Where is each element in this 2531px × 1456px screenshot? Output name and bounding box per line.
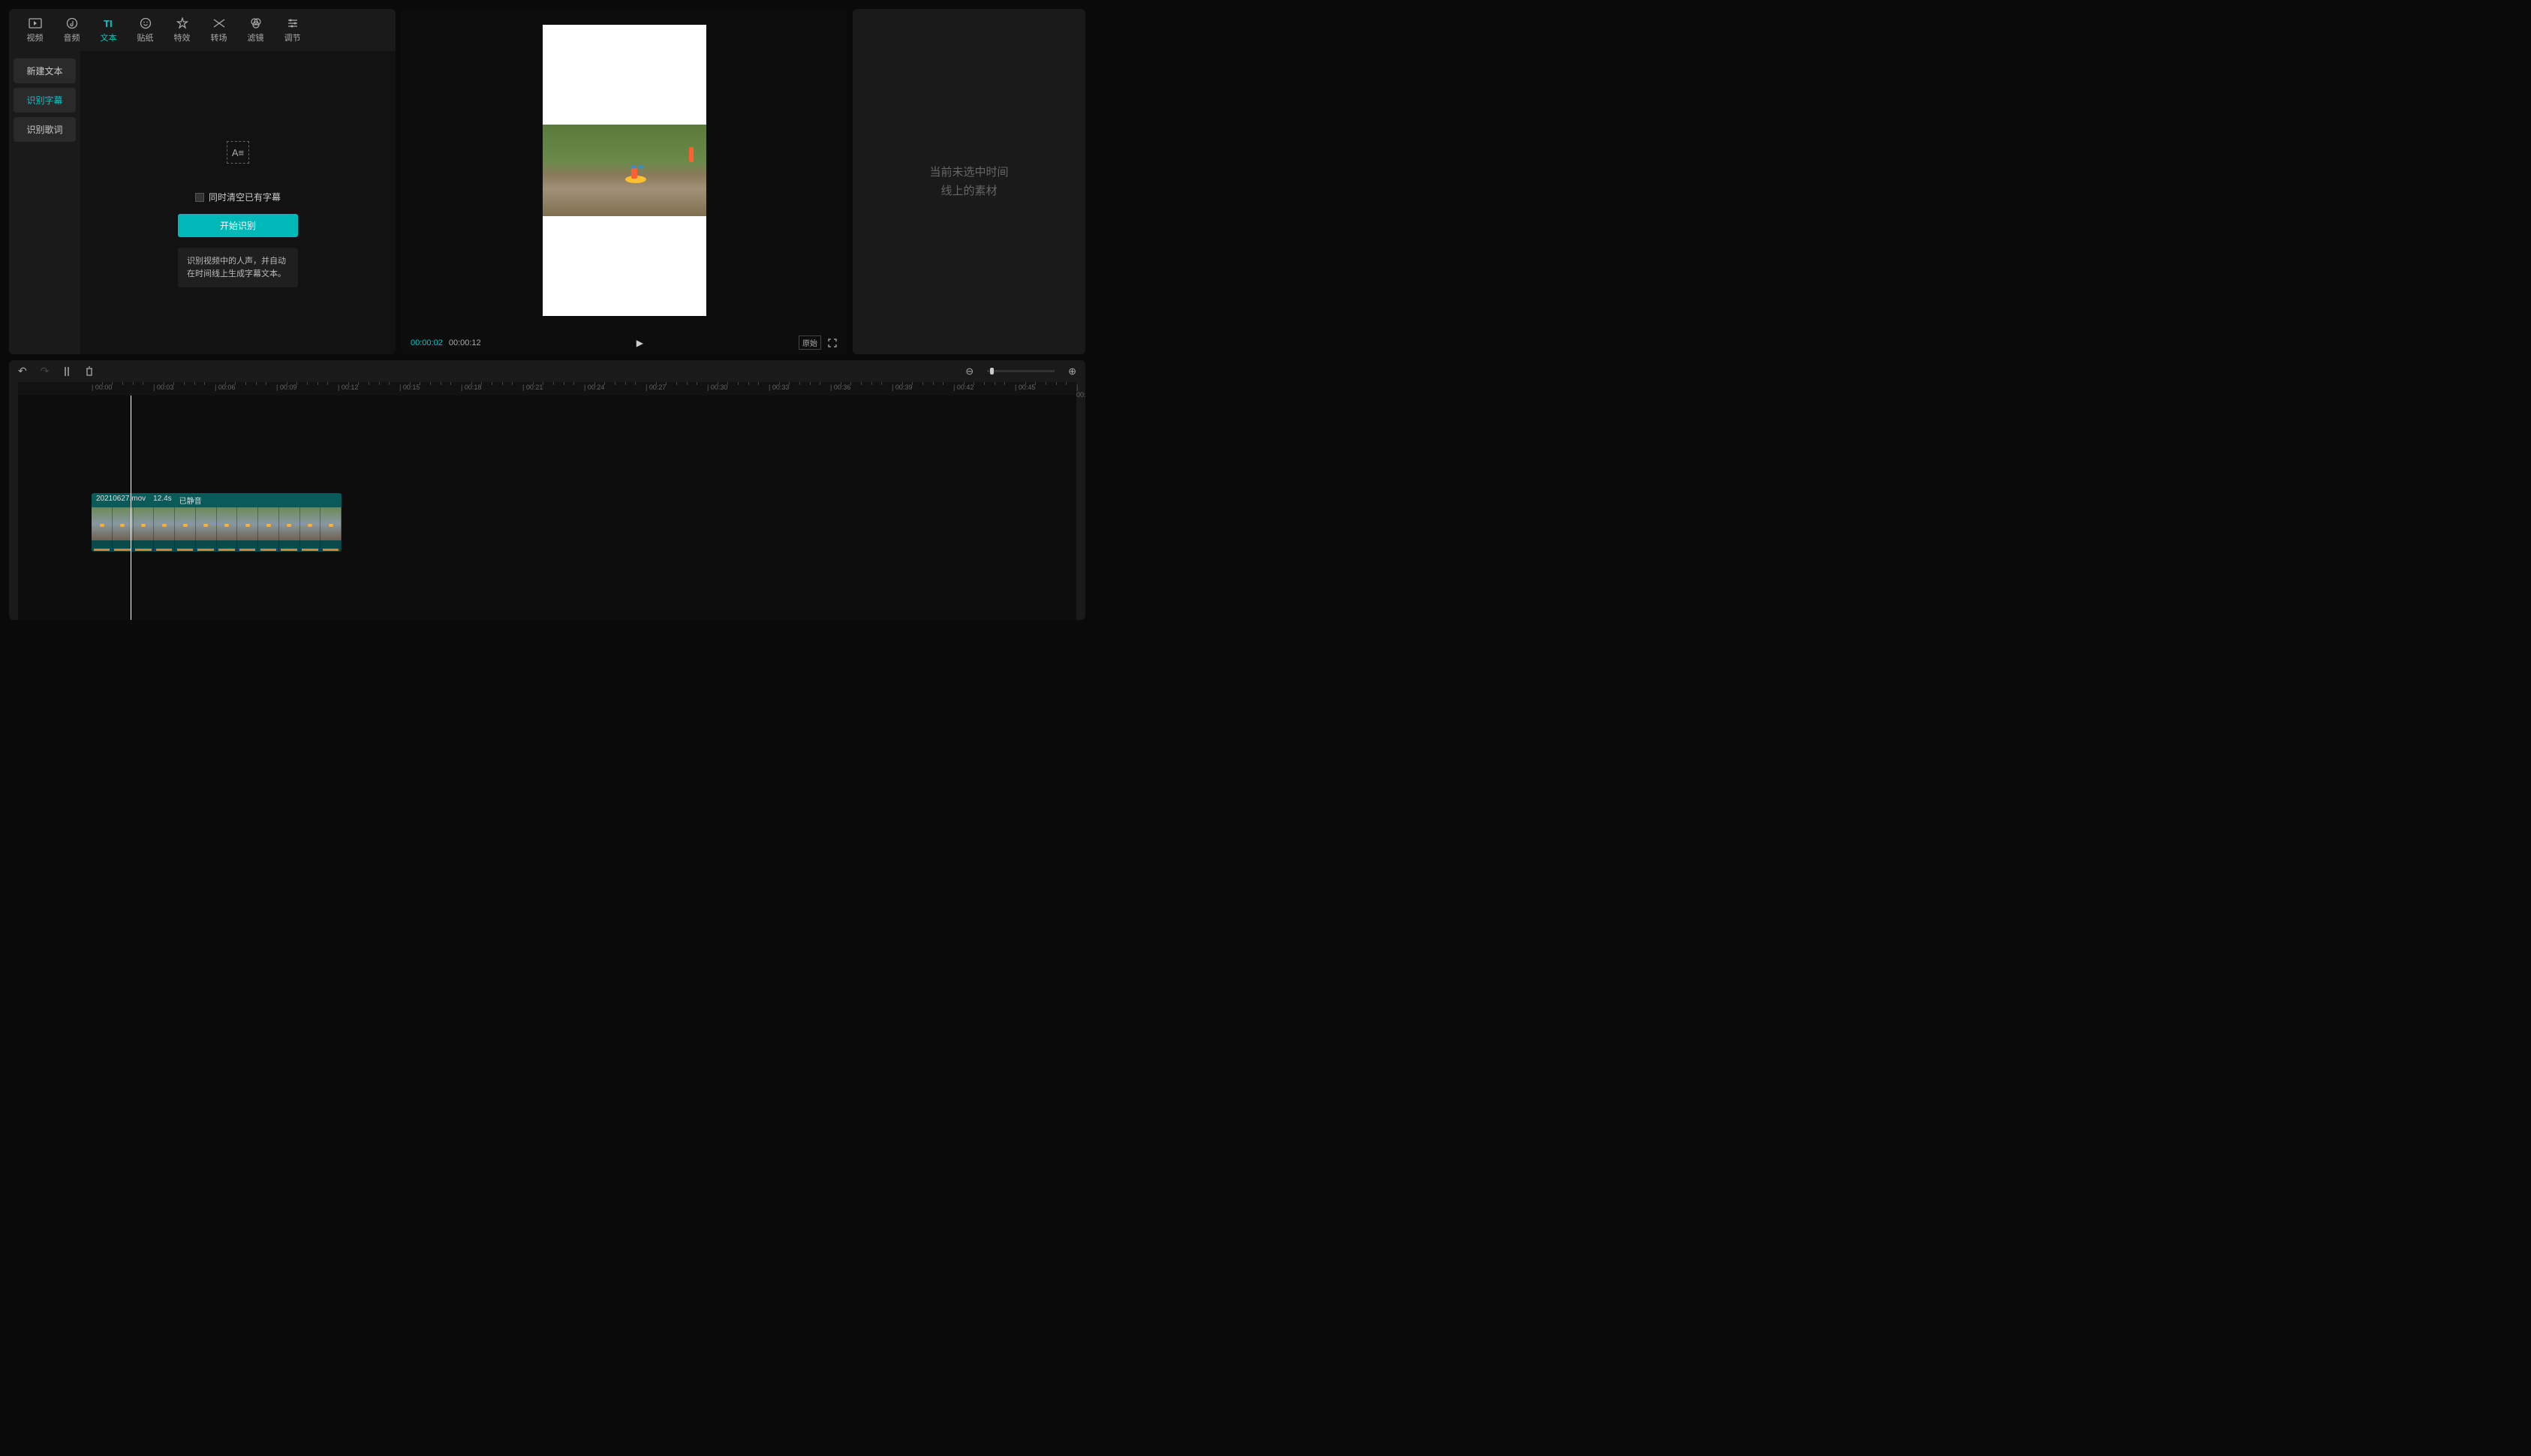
clear-existing-checkbox-row[interactable]: 同时清空已有字幕 <box>195 191 281 203</box>
tab-label: 音频 <box>64 32 80 44</box>
zoom-slider[interactable] <box>987 370 1055 372</box>
redo-button[interactable]: ↷ <box>41 365 50 378</box>
media-tabs: 视频 音频 TI 文本 贴纸 特效 <box>9 9 396 51</box>
text-icon: TI <box>102 17 116 30</box>
timeline-tracks[interactable]: ◐ 20210627.mov 12.4s 已静音 <box>18 396 1076 620</box>
tab-label: 文本 <box>101 32 117 44</box>
zoom-out-button[interactable]: ⊖ <box>965 366 974 378</box>
recognize-lyrics-button[interactable]: 识别歌词 <box>14 117 76 142</box>
tab-text[interactable]: TI 文本 <box>92 14 125 47</box>
clip-header: 20210627.mov 12.4s 已静音 <box>92 493 342 507</box>
tab-filter[interactable]: 滤镜 <box>239 14 272 47</box>
clip-filename: 20210627.mov <box>96 495 146 506</box>
start-recognize-button[interactable]: 开始识别 <box>178 214 298 237</box>
media-panel: 视频 音频 TI 文本 贴纸 特效 <box>9 9 396 354</box>
tab-video[interactable]: 视频 <box>18 14 52 47</box>
video-frame <box>543 125 706 216</box>
play-button[interactable]: ▶ <box>637 338 643 348</box>
total-time: 00:00:12 <box>449 338 481 347</box>
tab-label: 特效 <box>174 32 191 44</box>
recognize-description: 识别视频中的人声，并自动在时间线上生成字幕文本。 <box>178 248 298 287</box>
tab-label: 贴纸 <box>137 32 154 44</box>
tab-label: 视频 <box>27 32 44 44</box>
video-icon <box>29 17 42 30</box>
aspect-ratio-button[interactable]: 原始 <box>799 335 821 350</box>
letterbox-top <box>543 25 706 125</box>
adjust-icon <box>286 17 299 30</box>
tab-label: 转场 <box>211 32 227 44</box>
audio-icon <box>65 17 79 30</box>
new-text-button[interactable]: 新建文本 <box>14 59 76 83</box>
checkbox-label: 同时清空已有字幕 <box>209 191 281 203</box>
tab-transition[interactable]: 转场 <box>202 14 236 47</box>
undo-button[interactable]: ↶ <box>18 365 27 378</box>
text-placeholder-icon: A≡ <box>227 141 249 164</box>
fullscreen-button[interactable] <box>827 338 838 348</box>
delete-button[interactable] <box>85 366 94 377</box>
letterbox-bottom <box>543 216 706 316</box>
preview-panel: 00:00:02 00:00:12 ▶ 原始 <box>402 9 847 354</box>
svg-text:TI: TI <box>104 18 113 29</box>
ruler-mark: | 00:48 <box>1076 384 1085 399</box>
tab-adjust[interactable]: 调节 <box>275 14 309 47</box>
timeline-ruler[interactable]: | 00:00| 00:03| 00:06| 00:09| 00:12| 00:… <box>18 382 1076 396</box>
tab-effect[interactable]: 特效 <box>165 14 199 47</box>
properties-panel: 当前未选中时间线上的素材 <box>853 9 1085 354</box>
checkbox-icon[interactable] <box>195 193 204 202</box>
recognize-subtitle-button[interactable]: 识别字幕 <box>14 88 76 113</box>
clip-thumbnails <box>92 507 342 540</box>
sticker-icon <box>139 17 152 30</box>
clip-audio-waveform <box>92 540 342 552</box>
empty-selection-message: 当前未选中时间线上的素材 <box>929 163 1008 201</box>
tab-label: 调节 <box>284 32 301 44</box>
filter-icon <box>249 17 263 30</box>
clip-duration: 12.4s <box>153 495 171 506</box>
timeline-panel: ↶ ↷ ⊖ ⊕ | 00:00| 00:03| 00:06| 00:09| 00… <box>9 360 1085 620</box>
tab-audio[interactable]: 音频 <box>55 14 89 47</box>
zoom-handle[interactable] <box>990 368 994 375</box>
timeline-toolbar: ↶ ↷ ⊖ ⊕ <box>9 360 1085 382</box>
preview-controls: 00:00:02 00:00:12 ▶ 原始 <box>402 331 847 354</box>
tab-label: 滤镜 <box>248 32 264 44</box>
tab-sticker[interactable]: 贴纸 <box>128 14 162 47</box>
transition-icon <box>212 17 226 30</box>
current-time: 00:00:02 <box>411 338 443 347</box>
effect-icon <box>176 17 189 30</box>
preview-frame <box>543 25 706 316</box>
subtitle-recognize-panel: A≡ 同时清空已有字幕 开始识别 识别视频中的人声，并自动在时间线上生成字幕文本… <box>80 51 396 354</box>
text-sub-sidebar: 新建文本 识别字幕 识别歌词 <box>9 51 80 354</box>
video-clip[interactable]: 20210627.mov 12.4s 已静音 <box>92 493 342 552</box>
preview-viewport[interactable] <box>402 9 847 331</box>
zoom-in-button[interactable]: ⊕ <box>1068 366 1076 378</box>
clip-muted-label: 已静音 <box>179 495 202 506</box>
split-button[interactable] <box>62 366 71 377</box>
